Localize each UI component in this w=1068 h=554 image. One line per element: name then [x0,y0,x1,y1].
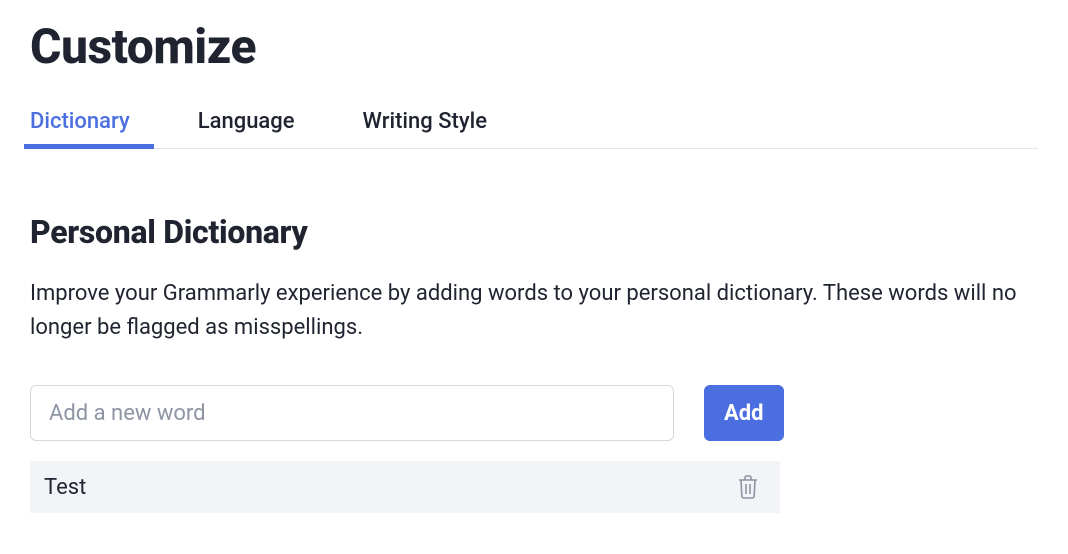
tab-language[interactable]: Language [198,103,295,148]
add-word-input[interactable] [30,385,674,441]
page-title: Customize [30,0,1038,103]
tab-writing-style[interactable]: Writing Style [363,103,487,148]
word-row: Test [30,461,780,513]
trash-icon [736,474,760,500]
word-list: Test [30,461,1038,513]
section-description: Improve your Grammarly experience by add… [30,277,1030,385]
personal-dictionary-section: Personal Dictionary Improve your Grammar… [30,149,1038,513]
section-title: Personal Dictionary [30,213,1038,277]
word-text: Test [44,475,86,500]
delete-word-button[interactable] [732,470,764,504]
tab-dictionary[interactable]: Dictionary [30,103,130,148]
tabs-nav: Dictionary Language Writing Style [30,103,1038,149]
add-word-button[interactable]: Add [704,385,784,441]
add-word-row: Add [30,385,1038,441]
